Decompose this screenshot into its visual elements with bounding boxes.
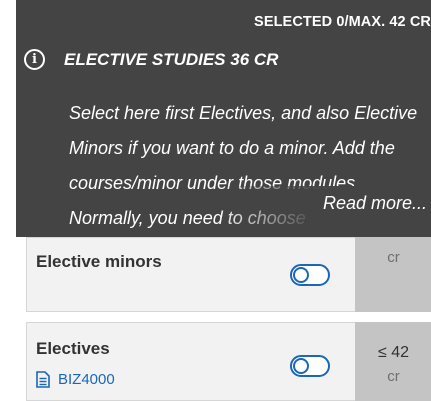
module-title-row: i ELECTIVE STUDIES 36 CR [24,49,278,70]
credit-unit: cr [387,368,400,385]
course-link-biz4000[interactable]: BIZ4000 [36,371,115,388]
credit-value: ≤ 42 [377,344,410,361]
module-row-elective-minors: Elective minors cr [26,237,431,312]
toggle-knob [293,267,309,283]
module-name: Electives [36,339,110,358]
document-icon [36,371,50,388]
selected-count-label: SELECTED 0/MAX. 42 CR [254,14,431,30]
course-code: BIZ4000 [58,371,115,388]
read-more-link[interactable]: Read more... [323,193,427,214]
module-row-electives: Electives BIZ4000 ≤ 42 cr [26,322,431,401]
elective-studies-panel: SELECTED 0/MAX. 42 CR i ELECTIVE STUDIES… [0,0,431,401]
module-header: SELECTED 0/MAX. 42 CR i ELECTIVE STUDIES… [16,0,431,237]
module-title: ELECTIVE STUDIES 36 CR [64,49,279,69]
info-icon[interactable]: i [24,49,45,70]
credit-box: cr [355,237,431,312]
module-name: Elective minors [36,252,162,271]
electives-toggle[interactable] [290,355,330,377]
elective-minors-toggle[interactable] [290,264,330,286]
toggle-knob [293,358,309,374]
credit-box: ≤ 42 cr [355,322,431,401]
credit-unit: cr [387,249,400,266]
